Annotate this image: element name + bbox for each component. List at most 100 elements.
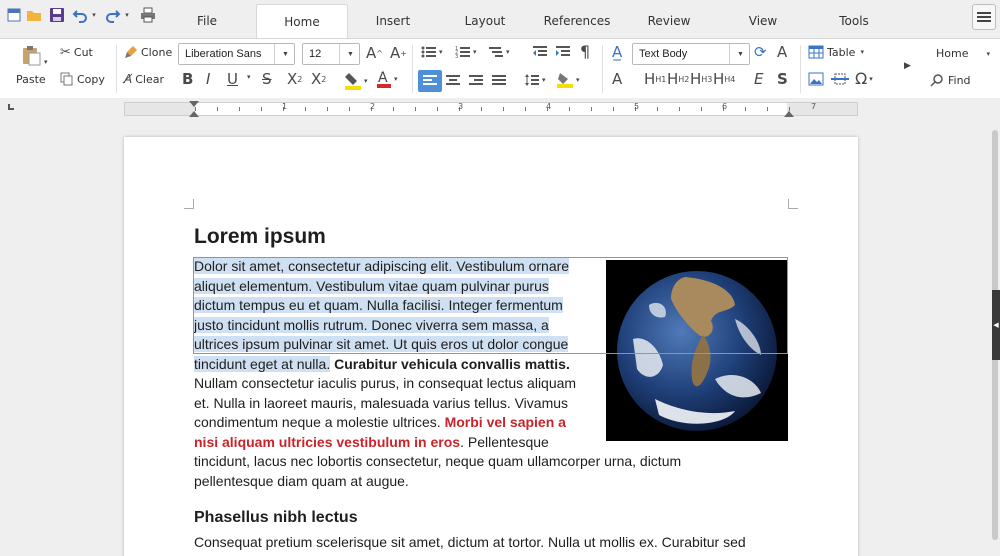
- hamburger-menu-button[interactable]: [972, 4, 996, 30]
- document-heading[interactable]: Lorem ipsum: [194, 225, 326, 249]
- second-paragraph[interactable]: Consequat pretium scelerisque sit amet, …: [194, 534, 746, 550]
- open-folder-icon[interactable]: [24, 5, 44, 25]
- hamburger-icon: [977, 12, 991, 22]
- paste-button[interactable]: ▾: [20, 44, 48, 66]
- tab-layout[interactable]: Layout: [444, 4, 526, 38]
- ruler-tick: [767, 107, 768, 111]
- chevron-down-icon[interactable]: ▼: [729, 44, 749, 64]
- italic-icon[interactable]: I: [206, 70, 210, 88]
- paste-label: Paste: [16, 73, 46, 86]
- document-page[interactable]: Lorem ipsum Dolor sit amet, consectetur …: [124, 137, 858, 556]
- first-line-indent-marker[interactable]: [189, 101, 199, 107]
- align-right-icon[interactable]: [469, 75, 483, 87]
- heading-2-icon[interactable]: H H2: [667, 70, 689, 88]
- highlight-color-icon[interactable]: ▾: [344, 71, 368, 91]
- heading-1-icon[interactable]: H H1: [644, 70, 666, 88]
- font-color-icon[interactable]: A ▾: [376, 69, 398, 89]
- paste-dropdown-icon[interactable]: ▾: [44, 58, 48, 66]
- find-button[interactable]: Find: [930, 73, 971, 87]
- tab-view[interactable]: View: [722, 4, 804, 38]
- subscript-icon[interactable]: X2: [287, 70, 302, 88]
- heading-1-label: H1: [655, 74, 667, 84]
- print-icon[interactable]: [138, 5, 158, 25]
- heading-3-icon[interactable]: H H3: [690, 70, 712, 88]
- decrease-indent-icon[interactable]: [532, 45, 548, 59]
- new-document-icon[interactable]: [4, 5, 24, 25]
- save-icon[interactable]: [47, 5, 67, 25]
- tab-review[interactable]: Review: [628, 4, 710, 38]
- bold-icon[interactable]: B: [182, 70, 193, 88]
- grow-font-icon[interactable]: A ^: [366, 44, 383, 62]
- align-center-icon[interactable]: [446, 75, 460, 87]
- refresh-style-icon[interactable]: ⟳: [754, 43, 767, 61]
- ruler-number: 1: [282, 102, 288, 111]
- tab-insert[interactable]: Insert: [352, 4, 434, 38]
- clone-formatting-button[interactable]: Clone: [124, 45, 172, 59]
- special-character-icon[interactable]: Ω ▾: [855, 69, 873, 88]
- ruler-tick: [349, 107, 350, 111]
- superscript-icon[interactable]: X2: [311, 70, 326, 88]
- emphasis-style-icon[interactable]: E: [754, 70, 763, 88]
- shrink-font-icon[interactable]: A +: [390, 44, 407, 62]
- underline-dropdown-icon[interactable]: ▾: [245, 73, 251, 81]
- font-name-value: Liberation Sans: [185, 48, 262, 60]
- tab-stop-selector-icon[interactable]: [8, 104, 14, 110]
- align-left-button[interactable]: [418, 70, 442, 92]
- tab-home[interactable]: Home: [256, 4, 348, 38]
- clear-formatting-button[interactable]: A̸ Clear: [124, 72, 164, 86]
- separator: [602, 45, 603, 93]
- ruler-tick: [327, 107, 328, 111]
- document-workspace[interactable]: Lorem ipsum Dolor sit amet, consectetur …: [0, 120, 1000, 556]
- cut-label: Cut: [73, 46, 93, 59]
- horizontal-ruler[interactable]: 1 2 3 4 5 6 7: [124, 101, 858, 117]
- ruler-tick: [745, 107, 746, 111]
- font-size-combo[interactable]: 12 ▼: [302, 43, 360, 65]
- chevron-down-icon[interactable]: ▼: [339, 44, 359, 64]
- line-spacing-icon[interactable]: ▾: [524, 72, 546, 88]
- clear-style-icon[interactable]: A: [777, 43, 787, 61]
- strong-style-icon[interactable]: S: [777, 70, 788, 88]
- increase-indent-icon[interactable]: [555, 45, 571, 59]
- insert-field-icon[interactable]: [831, 72, 849, 86]
- font-name-combo[interactable]: Liberation Sans ▼: [178, 43, 295, 65]
- paragraph-shading-icon[interactable]: ▾: [556, 71, 580, 89]
- underline-icon[interactable]: U: [227, 70, 238, 88]
- home-navigation-button[interactable]: Home ▾: [936, 47, 990, 60]
- styles-icon[interactable]: A̲: [612, 43, 622, 61]
- body-paragraph[interactable]: Dolor sit amet, consectetur adipiscing e…: [194, 257, 779, 491]
- paragraph-style-combo[interactable]: Text Body ▼: [632, 43, 750, 65]
- redo-icon[interactable]: [103, 5, 123, 25]
- tab-file[interactable]: File: [166, 4, 248, 38]
- insert-table-button[interactable]: Table ▾: [808, 45, 864, 59]
- undo-dropdown-icon[interactable]: ▾: [88, 5, 98, 25]
- undo-icon[interactable]: [70, 5, 90, 25]
- heading-4-label: H4: [724, 74, 736, 84]
- style-default-icon[interactable]: A: [612, 70, 622, 88]
- right-indent-marker[interactable]: [784, 111, 794, 117]
- pilcrow-icon[interactable]: ¶: [580, 42, 590, 61]
- heading-4-icon[interactable]: H H4: [713, 70, 735, 88]
- strikethrough-icon[interactable]: S: [262, 70, 272, 88]
- ruler-tick: [195, 107, 196, 111]
- tab-references[interactable]: References: [532, 4, 622, 38]
- tab-tools[interactable]: Tools: [812, 4, 896, 38]
- justify-icon[interactable]: [492, 75, 506, 87]
- clear-label: Clear: [135, 72, 164, 86]
- ribbon-expand-icon[interactable]: ▶: [902, 61, 911, 71]
- redo-dropdown-icon[interactable]: ▾: [121, 5, 131, 25]
- table-icon: [808, 45, 824, 59]
- red-bold-text: Morbi vel sapien a: [444, 414, 566, 430]
- multilevel-list-icon[interactable]: ▾: [488, 45, 510, 59]
- sidebar-toggle-handle[interactable]: ◀: [992, 290, 1000, 360]
- insert-image-icon[interactable]: [808, 72, 824, 86]
- bullet-list-icon[interactable]: ▾: [421, 45, 443, 59]
- heading-3-label: H3: [701, 74, 713, 84]
- copy-button[interactable]: Copy: [60, 72, 105, 86]
- text-line: tincidunt, lacus nec lobortis consectetu…: [194, 453, 682, 469]
- numbered-list-icon[interactable]: 123 ▾: [455, 45, 477, 59]
- chevron-down-icon[interactable]: ▼: [274, 44, 294, 64]
- cut-button[interactable]: ✂ Cut: [60, 45, 93, 60]
- document-subheading[interactable]: Phasellus nibh lectus: [194, 509, 358, 527]
- ruler-number: 6: [722, 102, 728, 111]
- left-indent-marker[interactable]: [189, 111, 199, 117]
